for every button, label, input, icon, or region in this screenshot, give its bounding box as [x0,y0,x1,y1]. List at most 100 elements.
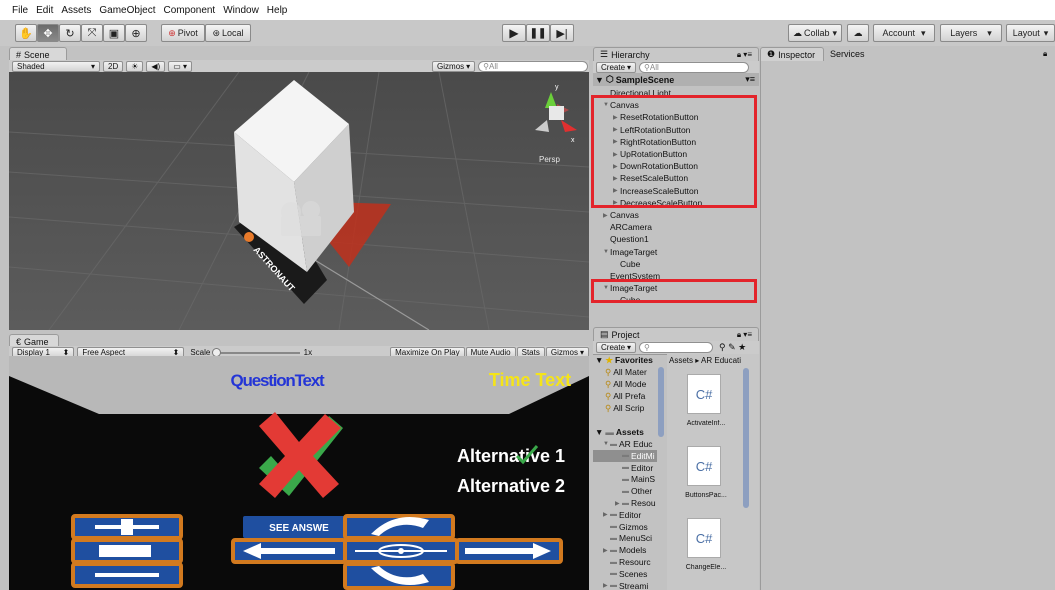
asset-folder-item[interactable]: ▬ Resourc [593,556,657,568]
hierarchy-create-dropdown[interactable]: Create ▾ [596,62,637,73]
persp-label[interactable]: Persp [539,155,560,164]
csharp-file-icon: C# [687,518,721,558]
light-toggle-icon[interactable]: ☀ [126,61,144,72]
scene-menu-icon[interactable]: ▾≡ [745,74,755,85]
account-dropdown[interactable]: Account ▾ [873,24,935,42]
favorite-item[interactable]: ⚲ All Scrip [593,402,644,414]
hand-tool-icon[interactable]: ✋ [15,24,37,42]
asset-folder-item[interactable]: ▶ ▬ Editor [593,509,657,521]
asset-folder-item[interactable]: ▼ ▬ AR Educ [593,438,657,450]
down-rotation-button[interactable] [343,562,455,590]
left-rotation-button[interactable] [231,538,347,564]
scene-viewport[interactable]: ASTRONAUT y x Persp [9,72,589,330]
menu-item-window[interactable]: Window [223,5,259,16]
shading-dropdown[interactable]: Shaded ▾ [12,61,100,72]
collab-dropdown[interactable]: ☁ Collab ▾ [788,24,842,42]
asset-folder-label: Resou [631,498,656,508]
see-answer-button[interactable]: SEE ANSWE [243,516,355,538]
scene-gizmos-dropdown[interactable]: Gizmos ▾ [432,61,476,72]
file-scrollbar-thumb[interactable] [743,368,749,508]
alternative-1-text[interactable]: Alternative 1 [457,446,565,466]
scale-tool-icon[interactable]: ⤧ [81,24,103,42]
game-viewport[interactable]: QuestionText Time Text Alternative 1 Alt… [9,356,589,590]
hierarchy-item[interactable]: ARCamera [593,221,652,233]
audio-toggle-icon[interactable]: ◀) [146,61,166,72]
tab-scene[interactable]: # Scene [9,47,67,61]
menu-item-edit[interactable]: Edit [36,5,53,16]
asset-folder-item[interactable]: ▬ Other [593,485,657,497]
expand-arrow-icon: ▼ [595,74,604,85]
project-lock-icon[interactable]: 🔒︎ ▾≡ [737,330,752,340]
menu-item-help[interactable]: Help [267,5,288,16]
asset-folder-item[interactable]: ▶ ▬ Streami [593,580,657,590]
increase-scale-button[interactable] [71,514,183,540]
step-button[interactable]: ▶| [550,24,574,42]
assets-row[interactable]: ▼ ▬ Assets [595,426,644,438]
hierarchy-search-input[interactable]: ⚲ All [639,62,750,73]
local-button[interactable]: ⊛ Local [205,24,251,42]
effects-dropdown-icon[interactable]: ▭ ▾ [168,61,193,72]
asset-folder-item[interactable]: ▬ MenuSci [593,532,657,544]
project-breadcrumb[interactable]: Assets ▸ AR Educati [667,354,759,367]
asset-folder-label: Scenes [619,568,648,579]
menu-item-component[interactable]: Component [164,5,216,16]
filter-icons[interactable]: ⚲ ✎ ★ [719,342,746,353]
tab-services[interactable]: Services [824,47,874,61]
lock-icon[interactable]: 🔒︎ ▾≡ [737,50,752,60]
asset-folder-item[interactable]: ▶ ▬ Resou [593,497,657,509]
menu-item-file[interactable]: File [12,5,28,16]
asset-folder-item[interactable]: ▬ EditMi [593,449,657,462]
asset-folder-item[interactable]: ▬ Scenes [593,568,657,580]
scale-slider[interactable] [212,347,300,357]
rotate-tool-icon[interactable]: ↻ [59,24,81,42]
cloud-icon[interactable]: ☁ [847,24,869,42]
scene-search-input[interactable]: ⚲ All [478,61,589,72]
move-tool-icon[interactable]: ✥ [37,24,59,42]
decrease-scale-button[interactable] [71,562,183,588]
rect-tool-icon[interactable]: ▣ [103,24,125,42]
folder-icon: ▬ [622,487,629,495]
menu-item-gameobject[interactable]: GameObject [99,5,155,16]
play-button[interactable]: ▶ [502,24,526,42]
tab-hierarchy[interactable]: ☰ Hierarchy 🔒︎ ▾≡ [593,47,759,61]
asset-folder-item[interactable]: ▬ MainS [593,473,657,485]
script-file-item[interactable]: C# ChangeEle... [675,518,737,584]
reset-rotation-button[interactable] [343,538,459,564]
reset-scale-button[interactable] [71,538,183,564]
transform-tool-icon[interactable]: ⊕ [125,24,147,42]
tree-scrollbar-thumb[interactable] [658,367,664,437]
favorite-item[interactable]: ⚲ All Prefa [593,390,645,402]
scene-root-row[interactable]: ▼ ⬡ SampleScene ▾≡ [593,73,759,86]
asset-folder-item[interactable]: ▬ Gizmos [593,521,657,533]
layout-dropdown[interactable]: Layout ▾ [1006,24,1055,42]
up-rotation-button[interactable] [343,514,455,540]
pause-button[interactable]: ❚❚ [526,24,550,42]
hierarchy-item[interactable]: Question1 [593,233,649,245]
alternative-2-text[interactable]: Alternative 2 [457,476,565,496]
inspector-lock-icon[interactable]: 🔒︎ [1043,49,1047,59]
hierarchy-item[interactable]: ▶ Canvas [593,209,639,221]
pivot-button[interactable]: ⊕ Pivot [161,24,205,42]
hierarchy-item[interactable]: Cube [593,258,640,270]
asset-folder-item[interactable]: ▬ Editor [593,462,657,474]
project-search-input[interactable]: ⚲ [639,342,714,353]
mode-2d-button[interactable]: 2D [103,61,124,72]
favorite-item[interactable]: ⚲ All Mater [593,366,647,378]
tab-project[interactable]: ▤ Project 🔒︎ ▾≡ [593,327,759,341]
asset-folder-item[interactable]: ▶ ▬ Models [593,544,657,556]
favorite-item[interactable]: ⚲ All Mode [593,378,646,390]
favorites-row[interactable]: ▼ ★ Favorites [595,354,653,366]
script-file-item[interactable]: C# ActivateInf... [675,374,737,440]
layers-dropdown[interactable]: Layers ▾ [940,24,1002,42]
hierarchy-item[interactable]: ▼ ImageTarget [593,246,657,258]
question-text: QuestionText [231,371,326,390]
script-file-item[interactable]: C# ButtonsPac... [675,446,737,512]
menu-item-assets[interactable]: Assets [61,5,91,16]
right-rotation-button[interactable] [455,538,563,564]
folder-icon: ▬ [622,452,629,460]
tab-inspector[interactable]: ❶ Inspector [760,47,824,61]
tree-scrollbar[interactable] [656,361,666,587]
project-create-dropdown[interactable]: Create ▾ [596,342,637,353]
search-icon: ⚲ [605,402,612,413]
hierarchy-item-label: Question1 [610,234,649,245]
